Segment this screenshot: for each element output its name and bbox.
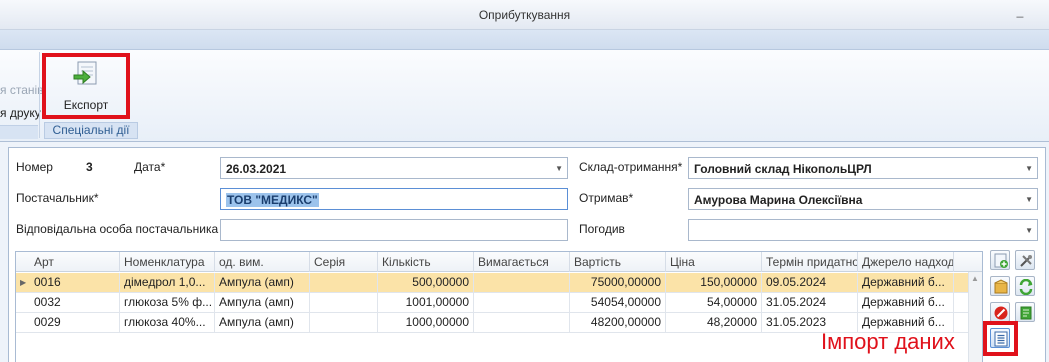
- import-data-annotation: Імпорт даних: [821, 329, 955, 354]
- table-row[interactable]: 0032 глюкоза 5% ф... Ампула (амп) 1001,0…: [16, 293, 982, 313]
- table-cell[interactable]: 48200,00000: [570, 313, 666, 333]
- approved-select[interactable]: ▼: [688, 219, 1038, 241]
- table-cell[interactable]: [474, 273, 570, 293]
- flag-button[interactable]: [1015, 302, 1035, 322]
- table-cell[interactable]: Ампула (амп): [215, 313, 310, 333]
- table-cell[interactable]: дімедрол 1,0...: [120, 273, 215, 293]
- ribbon-group-special-actions: Спеціальні дії: [44, 122, 138, 139]
- warehouse-select[interactable]: Головний склад НікопольЦРЛ ▼: [688, 157, 1038, 179]
- chevron-down-icon[interactable]: ▼: [1025, 195, 1033, 204]
- add-row-button[interactable]: [990, 250, 1010, 270]
- table-cell[interactable]: 1001,00000: [378, 293, 474, 313]
- column-header[interactable]: од. вим.: [215, 252, 310, 272]
- ribbon-tab-strip: [0, 30, 1049, 50]
- table-cell[interactable]: [310, 293, 378, 313]
- column-header[interactable]: Вимагається: [474, 252, 570, 272]
- chevron-down-icon[interactable]: ▼: [1025, 164, 1033, 173]
- column-header[interactable]: Джерело надходж: [858, 252, 954, 272]
- scroll-up-icon[interactable]: ▲: [971, 274, 979, 283]
- table-cell[interactable]: 31.05.2024: [762, 293, 858, 313]
- table-cell[interactable]: Державний б...: [858, 273, 954, 293]
- flag-icon: [1020, 306, 1032, 320]
- table-cell[interactable]: [310, 273, 378, 293]
- window-titlebar: Оприбуткування _: [0, 0, 1049, 30]
- column-header[interactable]: Номенклатура: [120, 252, 215, 272]
- receiver-select[interactable]: Амурова Марина Олексіївна ▼: [688, 188, 1038, 210]
- supplier-label: Постачальник*: [16, 191, 99, 205]
- receiver-select-value: Амурова Марина Олексіївна: [694, 193, 863, 207]
- ribbon-cut-label-print[interactable]: я друку: [0, 106, 41, 120]
- table-cell[interactable]: [474, 293, 570, 313]
- receiver-label: Отримав*: [579, 191, 634, 205]
- supplier-field-value: ТОВ "МЕДИКС": [226, 193, 319, 207]
- add-row-icon: [994, 253, 1008, 268]
- table-cell[interactable]: 500,00000: [378, 273, 474, 293]
- table-cell[interactable]: 54,00000: [666, 293, 762, 313]
- supplier-field[interactable]: ТОВ "МЕДИКС": [220, 188, 568, 210]
- column-header[interactable]: Вартість: [570, 252, 666, 272]
- package-button[interactable]: [990, 276, 1010, 296]
- chevron-down-icon[interactable]: ▼: [555, 164, 563, 173]
- table-cell[interactable]: 1000,00000: [378, 313, 474, 333]
- table-cell[interactable]: 54054,00000: [570, 293, 666, 313]
- table-cell[interactable]: 09.05.2024: [762, 273, 858, 293]
- column-header[interactable]: Арт: [30, 252, 120, 272]
- number-value: 3: [86, 160, 93, 174]
- ribbon-cut-group-label: [0, 125, 38, 139]
- chevron-down-icon[interactable]: ▼: [1025, 226, 1033, 235]
- table-cell[interactable]: 0032: [30, 293, 120, 313]
- ribbon-cut-label-states[interactable]: я станів: [0, 83, 44, 97]
- table-cell[interactable]: [474, 313, 570, 333]
- column-header[interactable]: Кількість: [378, 252, 474, 272]
- minimize-icon[interactable]: _: [1013, 5, 1027, 20]
- table-cell[interactable]: 150,00000: [666, 273, 762, 293]
- ribbon-separator: [39, 52, 40, 138]
- package-icon: [994, 279, 1008, 294]
- table-cell[interactable]: [310, 313, 378, 333]
- settings-button[interactable]: [1015, 250, 1035, 270]
- table-cell[interactable]: Державний б...: [858, 293, 954, 313]
- date-label: Дата*: [134, 160, 166, 174]
- warehouse-label: Склад-отримання*: [579, 160, 683, 174]
- table-cell[interactable]: Ампула (амп): [215, 273, 310, 293]
- warehouse-select-value: Головний склад НікопольЦРЛ: [694, 162, 872, 176]
- table-cell[interactable]: Ампула (амп): [215, 293, 310, 313]
- import-highlight-box: [983, 321, 1018, 356]
- window-title: Оприбуткування: [478, 8, 571, 22]
- refresh-icon: [1019, 279, 1033, 295]
- responsible-label: Відповідальна особа постачальника: [16, 222, 219, 236]
- number-label: Номер: [16, 160, 53, 174]
- approved-label: Погодив: [579, 222, 625, 236]
- ribbon: я станів я друку Експорт Спеціальні дії: [0, 50, 1049, 142]
- table-cell[interactable]: 0016: [30, 273, 120, 293]
- table-cell[interactable]: 75000,00000: [570, 273, 666, 293]
- date-field-value: 26.03.2021: [226, 162, 287, 176]
- row-indicator-icon: ▶: [20, 278, 27, 287]
- responsible-field[interactable]: [220, 219, 568, 241]
- table-cell[interactable]: 0029: [30, 313, 120, 333]
- table-cell[interactable]: глюкоза 40%...: [120, 313, 215, 333]
- grid-header: Арт Номенклатура од. вим. Серія Кількіст…: [16, 252, 982, 272]
- refresh-button[interactable]: [1015, 276, 1035, 296]
- grid-vertical-scrollbar[interactable]: ▲: [968, 272, 982, 362]
- delete-icon: [994, 306, 1008, 320]
- column-header[interactable]: Термін придатнос: [762, 252, 858, 272]
- table-cell[interactable]: 48,20000: [666, 313, 762, 333]
- column-header[interactable]: Серія: [310, 252, 378, 272]
- export-highlight-box: [42, 53, 130, 119]
- delete-button[interactable]: [990, 302, 1010, 322]
- date-field[interactable]: 26.03.2021 ▼: [220, 157, 568, 179]
- column-header[interactable]: Ціна: [666, 252, 762, 272]
- table-cell[interactable]: глюкоза 5% ф...: [120, 293, 215, 313]
- table-row[interactable]: ▶ 0016 дімедрол 1,0... Ампула (амп) 500,…: [16, 273, 982, 293]
- settings-icon: [1020, 255, 1032, 267]
